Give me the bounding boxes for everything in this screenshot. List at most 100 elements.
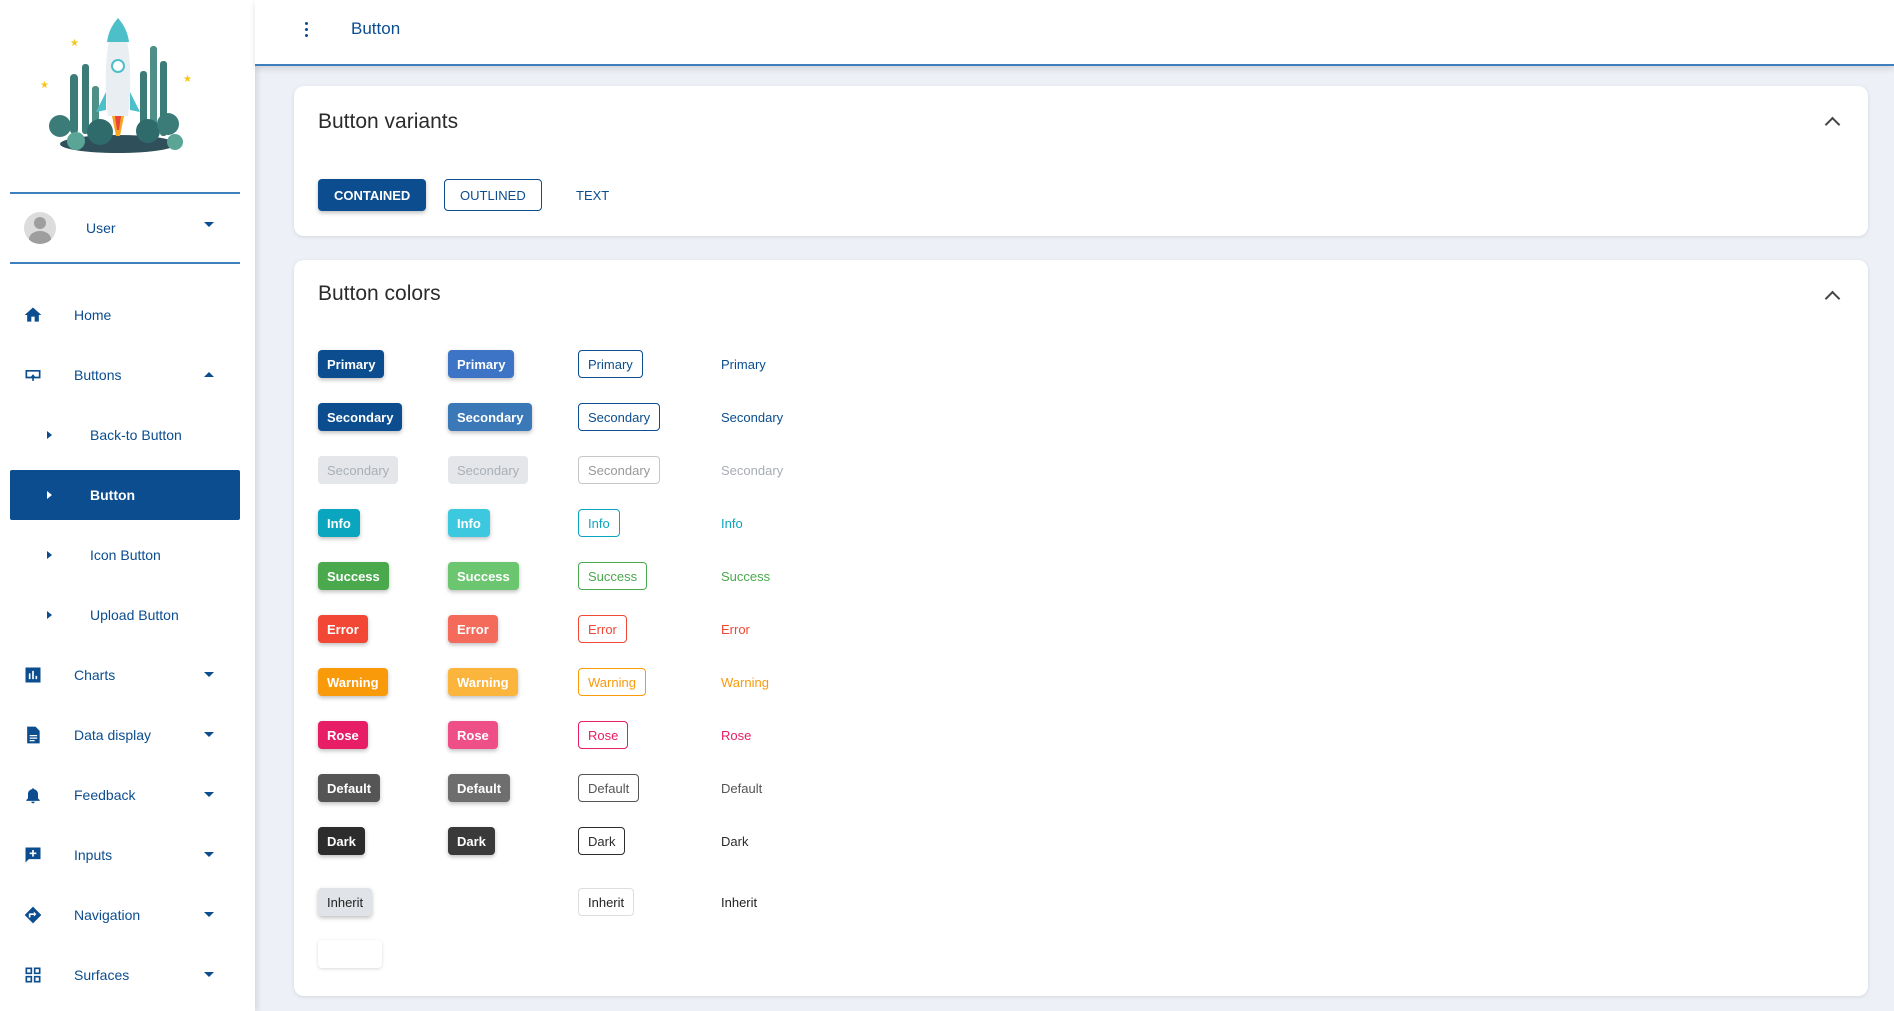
contained-button[interactable]: CONTAINED [318, 179, 427, 211]
outlined-color-button[interactable]: Inherit [578, 888, 635, 916]
contained-light-color-button[interactable]: Secondary [448, 456, 529, 484]
sidebar-item-label: Inputs [74, 847, 113, 863]
contained-light-color-button[interactable]: Warning [448, 668, 518, 696]
text-color-button[interactable]: Warning [712, 668, 778, 696]
text-color-button[interactable]: Info [712, 509, 752, 537]
contained-light-color-button[interactable]: Dark [448, 827, 495, 855]
sidebar-item-label: Surfaces [74, 967, 130, 983]
outlined-button[interactable]: OUTLINED [444, 179, 542, 211]
keyboard-icon [22, 364, 44, 386]
contained-light-color-button[interactable]: Success [448, 562, 519, 590]
sidebar-item-surfaces[interactable]: Surfaces [10, 950, 240, 1000]
arrow-right-icon [47, 551, 52, 559]
chevron-down-icon [204, 912, 214, 917]
sidebar-item-label: Icon Button [90, 547, 161, 563]
empty-button[interactable] [318, 940, 382, 968]
contained-color-button[interactable]: Dark [318, 827, 365, 855]
sidebar-item-label: Data display [74, 727, 152, 743]
contained-color-button[interactable]: Rose [318, 721, 368, 749]
outlined-color-button[interactable]: Error [578, 615, 627, 643]
text-color-button[interactable]: Error [712, 615, 759, 643]
arrow-right-icon [47, 491, 52, 499]
top-bar: Button [255, 0, 1894, 66]
text-color-button[interactable]: Primary [712, 350, 775, 378]
chevron-down-icon [204, 792, 214, 797]
user-label: User [86, 220, 116, 236]
text-color-button[interactable]: Rose [712, 721, 760, 749]
chevron-down-icon [204, 972, 214, 977]
sidebar-item-label: Charts [74, 667, 116, 683]
contained-light-color-button[interactable]: Secondary [448, 403, 533, 431]
text-color-button[interactable]: Inherit [712, 888, 766, 916]
add-comment-icon [22, 844, 44, 866]
svg-text:★: ★ [183, 74, 192, 85]
chevron-down-icon [204, 732, 214, 737]
grid-icon [22, 964, 44, 986]
directions-icon [22, 904, 44, 926]
text-color-button[interactable]: Default [712, 774, 771, 802]
outlined-color-button[interactable]: Info [578, 509, 620, 537]
sidebar-item-label: Buttons [74, 367, 122, 383]
sidebar-item-buttons[interactable]: Buttons [10, 350, 240, 400]
contained-light-color-button[interactable]: Rose [448, 721, 498, 749]
contained-color-button[interactable]: Warning [318, 668, 388, 696]
contained-color-button[interactable]: Primary [318, 350, 385, 378]
sidebar-item-navigation[interactable]: Navigation [10, 890, 240, 940]
contained-color-button[interactable]: Secondary [318, 456, 399, 484]
chevron-up-icon[interactable] [1824, 116, 1841, 133]
outlined-color-button[interactable]: Primary [578, 350, 643, 378]
sidebar-item-feedback[interactable]: Feedback [10, 770, 240, 820]
contained-color-button[interactable]: Secondary [318, 403, 403, 431]
sidebar-subitem-icon-button[interactable]: Icon Button [10, 530, 240, 580]
outlined-color-button[interactable]: Secondary [578, 403, 661, 431]
chevron-down-icon [204, 672, 214, 677]
arrow-right-icon [47, 431, 52, 439]
sidebar-item-label: Feedback [74, 787, 136, 803]
sidebar-subitem-back-to-button[interactable]: Back-to Button [10, 410, 240, 460]
rocket-logo: ★ ★ ★ [40, 18, 192, 153]
sidebar-item-data-display[interactable]: Data display [10, 710, 240, 760]
svg-text:★: ★ [40, 80, 49, 91]
home-icon [22, 304, 44, 326]
contained-light-color-button[interactable]: Error [448, 615, 498, 643]
contained-color-button[interactable]: Inherit [318, 888, 373, 916]
sidebar-item-home[interactable]: Home [10, 290, 240, 340]
sidebar-item-label: Button [90, 487, 136, 503]
contained-color-button[interactable]: Error [318, 615, 368, 643]
arrow-right-icon [47, 611, 52, 619]
contained-light-color-button[interactable]: Info [448, 509, 490, 537]
contained-color-button[interactable]: Default [318, 774, 381, 802]
outlined-color-button[interactable]: Warning [578, 668, 646, 696]
sidebar-item-label: Home [74, 307, 112, 323]
outlined-color-button[interactable]: Rose [578, 721, 629, 749]
contained-light-color-button[interactable]: Default [448, 774, 511, 802]
more-vert-icon[interactable] [305, 22, 309, 40]
sidebar-item-label: Back-to Button [90, 427, 182, 443]
chevron-down-icon [204, 852, 214, 857]
outlined-color-button[interactable]: Success [578, 562, 648, 590]
outlined-color-button[interactable]: Dark [578, 827, 626, 855]
sidebar-item-charts[interactable]: Charts [10, 650, 240, 700]
text-color-button[interactable]: Secondary [712, 456, 792, 484]
sidebar-subitem-button[interactable]: Button [10, 470, 240, 520]
chevron-down-icon [204, 222, 214, 227]
text-color-button[interactable]: Success [712, 562, 779, 590]
contained-color-button[interactable]: Success [318, 562, 389, 590]
outlined-color-button[interactable]: Secondary [578, 456, 661, 484]
contained-color-button[interactable]: Info [318, 509, 360, 537]
chevron-up-icon[interactable] [1824, 290, 1841, 307]
sidebar-subitem-upload-button[interactable]: Upload Button [10, 590, 240, 640]
divider [10, 262, 240, 264]
text-color-button[interactable]: Dark [712, 827, 757, 855]
sidebar-item-label: Upload Button [90, 607, 179, 623]
avatar [24, 212, 56, 244]
sidebar-item-inputs[interactable]: Inputs [10, 830, 240, 880]
outlined-color-button[interactable]: Default [578, 774, 640, 802]
button-variants-card: Button variants CONTAINED OUTLINED TEXT [294, 86, 1868, 236]
contained-light-color-button[interactable]: Primary [448, 350, 515, 378]
page-title: Button [351, 19, 401, 38]
text-color-button[interactable]: Secondary [712, 403, 792, 431]
text-button[interactable]: TEXT [562, 179, 623, 211]
user-menu[interactable]: User [10, 198, 240, 258]
card-title: Button colors [318, 282, 441, 305]
